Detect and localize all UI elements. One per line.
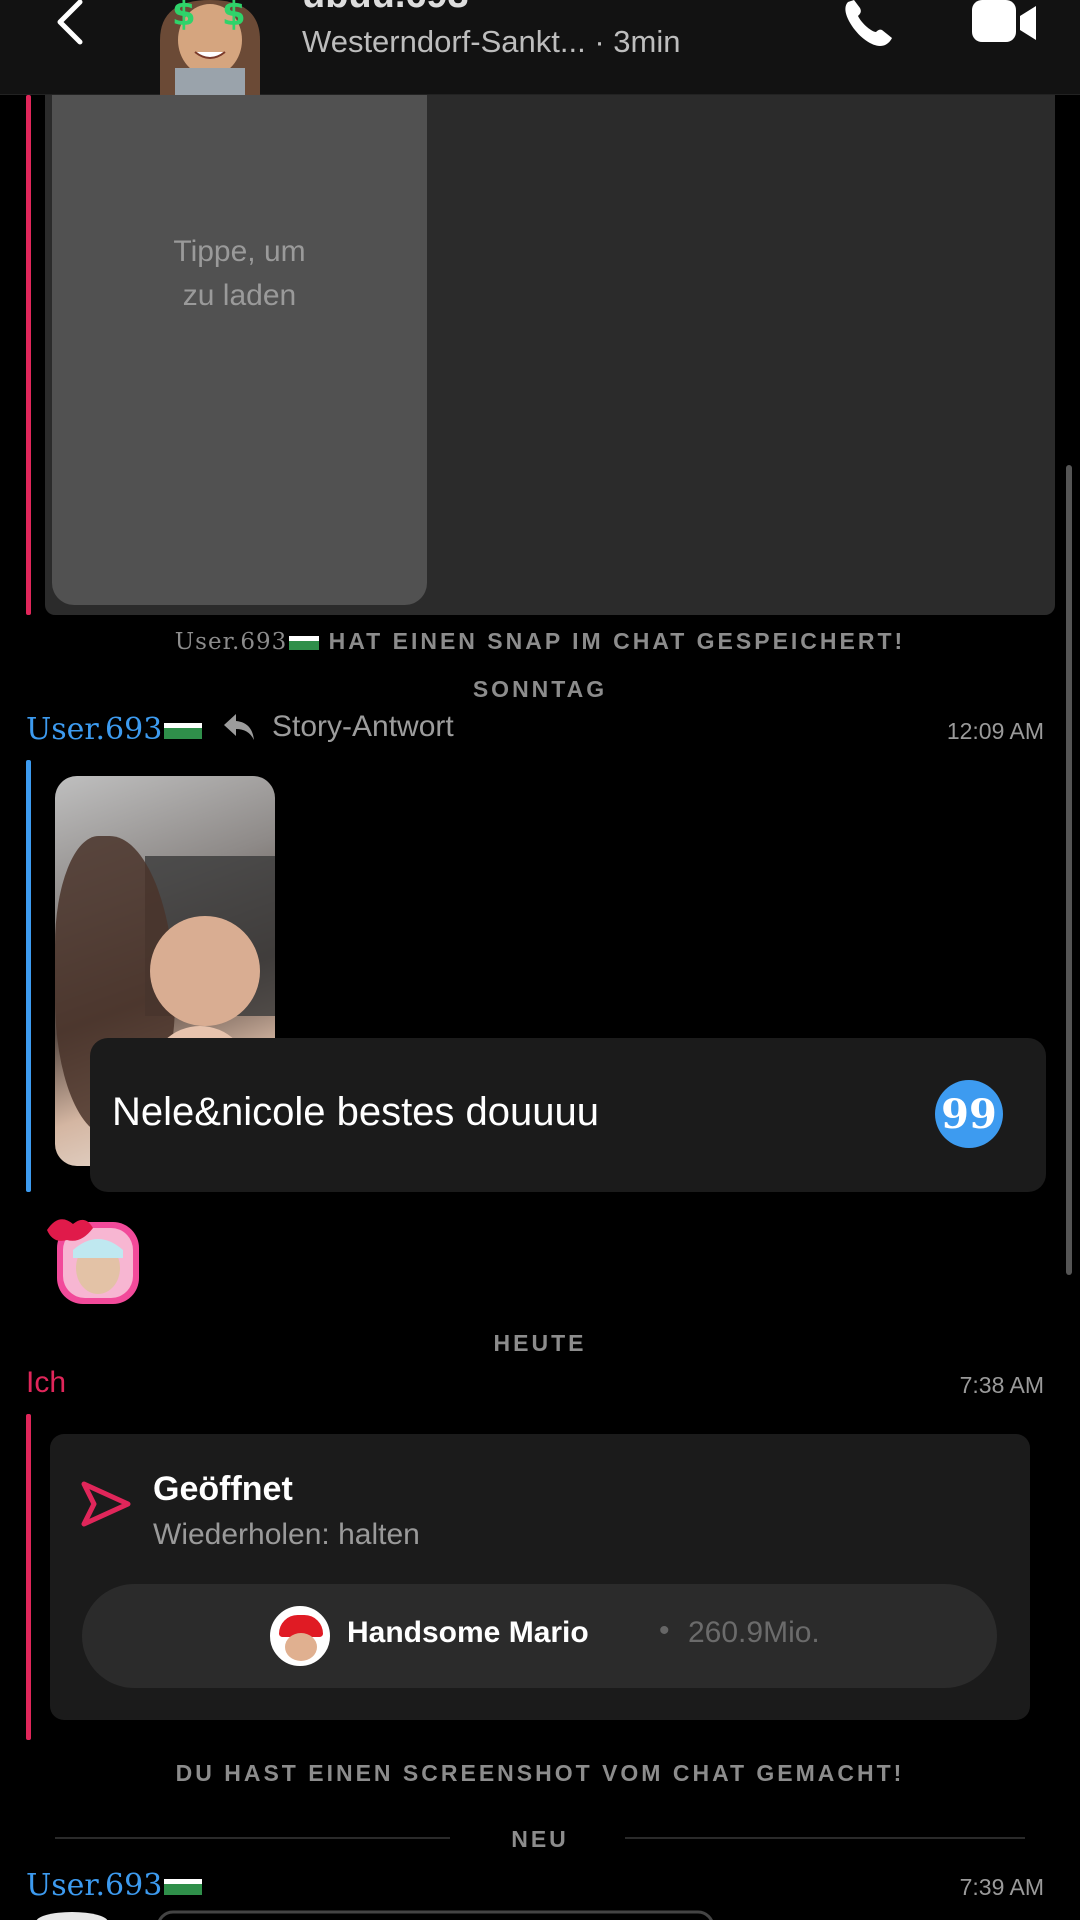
replay-hint: Wiederholen: halten [153, 1518, 420, 1551]
tap-to-load-label: Tippe, um zu laden [173, 235, 306, 312]
video-camera-icon[interactable] [970, 0, 1040, 48]
thumbnail-face [150, 916, 260, 1026]
story-reply-label: Story-Antwort [272, 710, 454, 743]
friend-bitmoji-avatar[interactable]: $ $ [150, 0, 270, 95]
day-divider-sunday: SONNTAG [472, 676, 608, 702]
message-side-bar [26, 95, 31, 615]
message-timestamp: 7:38 AM [959, 1372, 1044, 1398]
bitmoji-reaction-icon[interactable] [45, 1210, 145, 1310]
separator-dot: • [659, 1614, 670, 1647]
tap-to-load-text: Tippe, um zu laden [52, 230, 427, 318]
new-messages-divider: NEU [511, 1826, 569, 1852]
story-reply-bubble[interactable]: Nele&nicole bestes douuuu 99 [90, 1038, 1046, 1192]
sender-name-user[interactable]: User.693 [26, 1868, 203, 1903]
sender-name-text: User.693 [26, 712, 163, 747]
flag-icon [289, 635, 320, 650]
artist-name: Handsome Mario [347, 1616, 589, 1649]
sender-name-user[interactable]: User.693 [26, 712, 203, 747]
story-reply-text: Nele&nicole bestes douuuu [112, 1090, 600, 1134]
day-divider-today: HEUTE [493, 1330, 587, 1356]
back-chevron-icon[interactable] [50, 0, 90, 60]
friend-location: Westerndorf-Sankt... [302, 24, 586, 59]
sender-name-text: User.693 [26, 1868, 163, 1903]
music-attachment[interactable]: Handsome Mario • 260.9Mio. [82, 1584, 997, 1688]
quote-icon[interactable]: 99 [935, 1080, 1003, 1148]
message-timestamp: 7:39 AM [959, 1874, 1044, 1900]
last-seen: · 3min [594, 24, 681, 59]
flag-icon [164, 723, 203, 739]
play-count: 260.9Mio. [688, 1616, 820, 1649]
message-side-bar [26, 760, 31, 1192]
chat-header: $ $ ubuu.693 Westerndorf-Sankt... · 3min [0, 0, 1080, 95]
reply-arrow-icon [222, 712, 256, 742]
snap-status: Geöffnet [153, 1470, 293, 1508]
svg-text:$: $ [222, 0, 246, 34]
snap-load-card[interactable]: Tippe, um zu laden [52, 95, 427, 605]
saved-snap-container: Tippe, um zu laden [45, 95, 1055, 615]
saved-notice-user: User.693 [174, 629, 288, 655]
snap-saved-notice: User.693 HAT EINEN SNAP IM CHAT GESPEICH… [0, 628, 1080, 655]
message-timestamp: 12:09 AM [946, 718, 1044, 744]
flag-icon [164, 1879, 203, 1895]
artist-face [285, 1633, 317, 1661]
screenshot-notice: DU HAST EINEN SCREENSHOT VOM CHAT GEMACH… [175, 1760, 905, 1786]
phone-icon[interactable] [840, 0, 900, 50]
saved-notice-text: HAT EINEN SNAP IM CHAT GESPEICHERT! [328, 628, 906, 654]
artist-avatar [270, 1606, 330, 1666]
chat-subtitle: Westerndorf-Sankt... · 3min [302, 24, 680, 60]
opened-snap-card[interactable]: Geöffnet Wiederholen: halten Handsome Ma… [50, 1434, 1030, 1720]
scrollbar[interactable] [1066, 465, 1072, 1275]
chat-name[interactable]: ubuu.693 [302, 0, 469, 17]
sender-name-me[interactable]: Ich [26, 1366, 66, 1400]
bottom-input-bar [0, 1900, 1080, 1920]
sent-arrow-icon [80, 1478, 132, 1530]
svg-text:$: $ [172, 0, 196, 34]
message-side-bar [26, 1414, 31, 1740]
divider-line [625, 1837, 1025, 1839]
